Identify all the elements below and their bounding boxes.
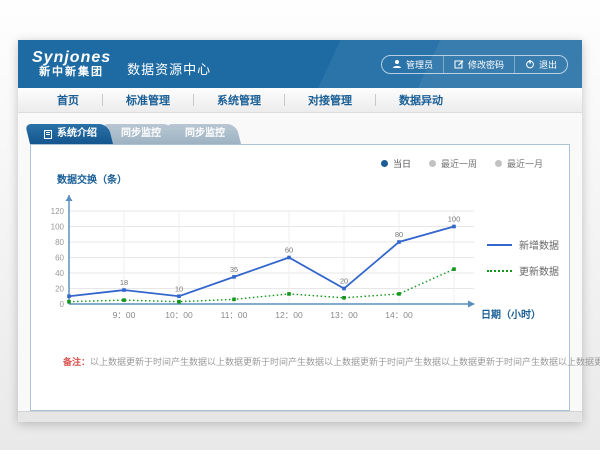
nav-item-system[interactable]: 系统管理 — [194, 92, 284, 108]
svg-text:35: 35 — [230, 265, 238, 274]
logout-label: 退出 — [539, 58, 557, 71]
tab-system-intro[interactable]: 系统介绍 — [30, 124, 113, 144]
change-password-label: 修改密码 — [468, 58, 504, 71]
svg-text:20: 20 — [340, 277, 348, 286]
tab-label: 同步监控 — [121, 124, 161, 144]
svg-text:120: 120 — [51, 207, 65, 216]
user-icon — [392, 59, 402, 69]
legend-label: 新增数据 — [519, 237, 559, 252]
tab-label: 系统介绍 — [57, 124, 97, 144]
footnote: 备注：以上数据更新于时间产生数据以上数据更新于时间产生数据以上数据更新于时间产生… — [63, 355, 559, 368]
svg-text:10: 10 — [175, 284, 183, 293]
tab-sync-monitor-1[interactable]: 同步监控 — [107, 124, 177, 144]
svg-text:9：00: 9：00 — [113, 310, 136, 320]
time-range-filter: 当日 最近一周 最近一月 — [381, 157, 543, 170]
legend-label: 更新数据 — [519, 263, 559, 278]
tab-bar: 系统介绍 同步监控 同步监控 — [30, 124, 235, 144]
main-nav: 首页 标准管理 系统管理 对接管理 数据异动 — [18, 88, 582, 113]
document-icon — [44, 130, 52, 139]
nav-item-standards[interactable]: 标准管理 — [103, 92, 193, 108]
page-title: 数据资源中心 — [127, 59, 211, 78]
app-window: Synjones 新中新集团 数据资源中心 管理员 修改密码 退出 — [18, 40, 582, 422]
svg-text:60: 60 — [55, 254, 64, 263]
range-label: 最近一月 — [507, 157, 543, 170]
change-password-button[interactable]: 修改密码 — [443, 56, 514, 73]
edit-icon — [454, 59, 464, 69]
svg-text:10：00: 10：00 — [165, 310, 193, 320]
svg-text:18: 18 — [120, 278, 128, 287]
y-axis-title: 数据交换（条） — [57, 171, 127, 186]
svg-text:60: 60 — [285, 246, 293, 255]
legend-item-update-data[interactable]: 更新数据 — [487, 263, 559, 278]
radio-dot-icon — [429, 160, 436, 167]
svg-text:13：00: 13：00 — [330, 310, 358, 320]
window-footer — [18, 411, 582, 422]
svg-text:14：00: 14：00 — [385, 310, 413, 320]
app-header: Synjones 新中新集团 数据资源中心 管理员 修改密码 退出 — [18, 40, 582, 88]
power-icon — [525, 59, 535, 69]
footnote-text: 以上数据更新于时间产生数据以上数据更新于时间产生数据以上数据更新于时间产生数据以… — [90, 357, 600, 367]
brand-logo-subtext: 新中新集团 — [32, 67, 111, 79]
brand-logo-text: Synjones — [32, 50, 111, 67]
tab-label: 同步监控 — [185, 124, 225, 144]
svg-text:12：00: 12：00 — [275, 310, 303, 320]
svg-text:100: 100 — [51, 223, 65, 232]
logout-button[interactable]: 退出 — [514, 56, 567, 73]
svg-text:80: 80 — [395, 230, 403, 239]
legend-item-new-data[interactable]: 新增数据 — [487, 237, 559, 252]
svg-text:40: 40 — [55, 269, 64, 278]
radio-dot-icon — [495, 160, 502, 167]
footnote-prefix: 备注： — [63, 357, 90, 367]
solid-line-icon — [487, 244, 512, 246]
nav-item-data-change[interactable]: 数据异动 — [376, 92, 466, 108]
svg-text:0: 0 — [60, 300, 65, 309]
header-actions: 管理员 修改密码 退出 — [381, 55, 568, 74]
range-option-today[interactable]: 当日 — [381, 157, 411, 170]
admin-user-label: 管理员 — [406, 58, 433, 71]
range-option-last-week[interactable]: 最近一周 — [429, 157, 477, 170]
range-option-last-month[interactable]: 最近一月 — [495, 157, 543, 170]
brand-logo: Synjones 新中新集团 — [32, 50, 111, 78]
svg-text:11：00: 11：00 — [221, 310, 248, 320]
admin-user-button[interactable]: 管理员 — [382, 56, 443, 73]
svg-text:日期（小时）: 日期（小时） — [481, 308, 541, 321]
svg-text:100: 100 — [448, 215, 461, 224]
tab-sync-monitor-2[interactable]: 同步监控 — [171, 124, 241, 144]
range-label: 当日 — [393, 157, 411, 170]
nav-item-integration[interactable]: 对接管理 — [285, 92, 375, 108]
radio-dot-icon — [381, 160, 388, 167]
series-legend: 新增数据 更新数据 — [487, 237, 559, 289]
nav-item-home[interactable]: 首页 — [34, 92, 102, 108]
svg-text:80: 80 — [55, 238, 64, 247]
range-label: 最近一周 — [441, 157, 477, 170]
content-area: 系统介绍 同步监控 同步监控 当日 — [18, 113, 582, 411]
dotted-line-icon — [487, 270, 512, 272]
svg-text:20: 20 — [55, 285, 64, 294]
chart-panel: 当日 最近一周 最近一月 数据交换（条） 0 20 40 60 80 100 120 9：00… — [30, 144, 570, 411]
